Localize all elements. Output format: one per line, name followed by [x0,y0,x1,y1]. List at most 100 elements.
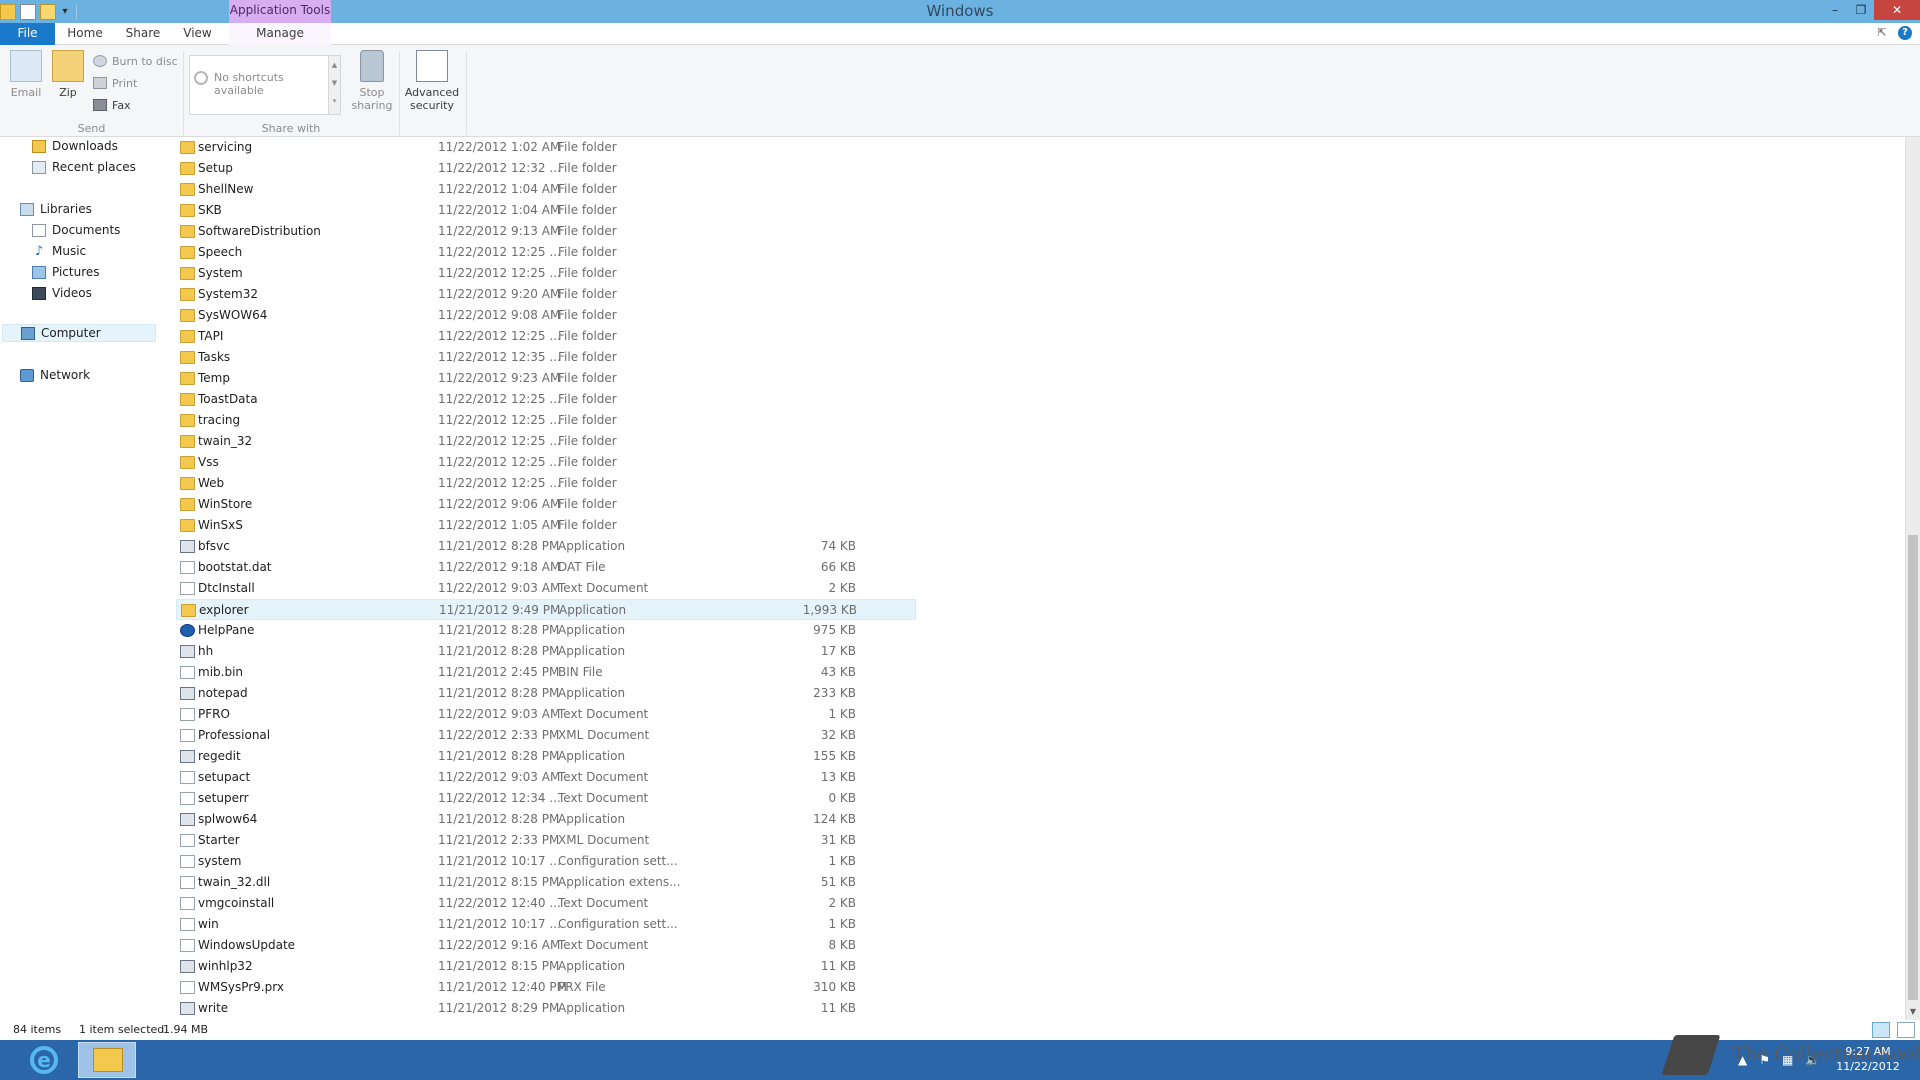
file-name: Web [198,476,225,490]
zip-button[interactable]: Zip [50,50,86,99]
file-row[interactable]: hh 11/21/2012 8:28 PM Application 17 KB [176,641,916,662]
file-row[interactable]: SoftwareDistribution 11/22/2012 9:13 AM Fi… [176,221,916,242]
minimize-button[interactable]: – [1822,0,1848,20]
file-row[interactable]: Speech 11/22/2012 12:25 ... File folder [176,242,916,263]
file-row[interactable]: system 11/21/2012 10:17 ... Configuration … [176,851,916,872]
file-date-modified: 11/22/2012 9:03 AM [438,707,561,721]
file-name: ToastData [198,392,258,406]
file-row[interactable]: regedit 11/21/2012 8:28 PM Application 155 … [176,746,916,767]
file-row[interactable]: Vss 11/22/2012 12:25 ... File folder [176,452,916,473]
scroll-down-icon[interactable]: ▼ [1908,1006,1918,1018]
nav-item-videos[interactable]: Videos [32,284,92,302]
file-row[interactable]: ShellNew 11/22/2012 1:04 AM File folder [176,179,916,200]
file-row[interactable]: notepad 11/21/2012 8:28 PM Application 233 … [176,683,916,704]
file-row[interactable]: setuperr 11/22/2012 12:34 ... Text Documen… [176,788,916,809]
file-type: Text Document [558,938,649,952]
file-row[interactable]: Web 11/22/2012 12:25 ... File folder [176,473,916,494]
email-button[interactable]: Email [8,50,44,99]
minimize-ribbon-icon[interactable]: ⇱ [1874,26,1890,40]
file-row[interactable]: WinSxS 11/22/2012 1:05 AM File folder [176,515,916,536]
group-divider [466,51,467,135]
folder-icon [180,393,195,406]
folder-icon [180,330,195,343]
file-row[interactable]: SKB 11/22/2012 1:04 AM File folder [176,200,916,221]
file-row[interactable]: write 11/21/2012 8:29 PM Application 11 KB [176,998,916,1019]
file-date-modified: 11/22/2012 12:35 ... [438,350,561,364]
vertical-scrollbar[interactable]: ▼ [1905,137,1920,1020]
print-button[interactable]: Print [93,74,137,92]
nav-item-recent-places[interactable]: Recent places [32,158,136,176]
config-file-icon [180,918,195,931]
file-row[interactable]: Setup 11/22/2012 12:32 ... File folder [176,158,916,179]
file-row[interactable]: SysWOW64 11/22/2012 9:08 AM File folder [176,305,916,326]
file-row[interactable]: mib.bin 11/21/2012 2:45 PM BIN File 43 KB [176,662,916,683]
tab-file[interactable]: File [0,23,55,45]
file-row[interactable]: DtcInstall 11/22/2012 9:03 AM Text Documen… [176,578,916,599]
file-name: Setup [198,161,233,175]
show-hidden-icons-icon[interactable]: ▲ [1738,1053,1747,1067]
file-row[interactable]: tracing 11/22/2012 12:25 ... File folder [176,410,916,431]
advanced-security-button[interactable]: Advanced security [403,50,461,112]
nav-item-computer[interactable]: Computer [2,324,156,342]
tab-share[interactable]: Share [118,23,168,45]
nav-item-libraries[interactable]: Libraries [20,200,92,218]
file-row[interactable]: twain_32.dll 11/21/2012 8:15 PM Applicatio… [176,872,916,893]
burn-to-disc-button[interactable]: Burn to disc [93,52,178,70]
flag-icon[interactable]: ⚑ [1759,1053,1770,1067]
nav-item-network[interactable]: Network [20,366,90,384]
close-button[interactable]: ✕ [1874,0,1920,20]
file-row[interactable]: PFRO 11/22/2012 9:03 AM Text Document 1 KB [176,704,916,725]
file-row[interactable]: Professional 11/22/2012 2:33 PM XML Docume… [176,725,916,746]
nav-item-documents[interactable]: Documents [32,221,120,239]
file-row[interactable]: TAPI 11/22/2012 12:25 ... File folder [176,326,916,347]
file-row[interactable]: win 11/21/2012 10:17 ... Configuration set… [176,914,916,935]
file-row[interactable]: twain_32 11/22/2012 12:25 ... File folder [176,431,916,452]
file-row[interactable]: bootstat.dat 11/22/2012 9:18 AM DAT File 66… [176,557,916,578]
file-type: Application [559,603,627,617]
volume-icon[interactable]: 🔈 [1805,1053,1820,1067]
tab-view[interactable]: View [175,23,220,45]
internet-explorer-button[interactable]: e [22,1042,70,1078]
file-size: 0 KB [828,791,856,805]
help-icon[interactable]: ? [1898,26,1912,40]
file-row[interactable]: Tasks 11/22/2012 12:35 ... File folder [176,347,916,368]
file-row[interactable]: bfsvc 11/21/2012 8:28 PM Application 74 KB [176,536,916,557]
file-row[interactable]: Temp 11/22/2012 9:23 AM File folder [176,368,916,389]
file-row[interactable]: setupact 11/22/2012 9:03 AM Text Document 1… [176,767,916,788]
file-type: File folder [558,287,617,301]
file-name: twain_32.dll [198,875,271,889]
file-row[interactable]: System32 11/22/2012 9:20 AM File folder [176,284,916,305]
restore-button[interactable]: ❐ [1848,0,1874,20]
file-row[interactable]: ToastData 11/22/2012 12:25 ... File folder [176,389,916,410]
file-row[interactable]: WMSysPr9.prx 11/21/2012 12:40 PM PRX File 3… [176,977,916,998]
nav-item-downloads[interactable]: Downloads [32,137,118,155]
file-explorer-taskbar-button[interactable] [78,1042,136,1078]
stop-sharing-button[interactable]: Stop sharing [350,50,394,112]
scrollbar-thumb[interactable] [1908,535,1918,1000]
file-row[interactable]: WindowsUpdate 11/22/2012 9:16 AM Text Docu… [176,935,916,956]
file-row[interactable]: vmgcoinstall 11/22/2012 12:40 ... Text Doc… [176,893,916,914]
clock[interactable]: 9:27 AM 11/22/2012 [1828,1044,1908,1074]
file-row[interactable]: winhlp32 11/21/2012 8:15 PM Application 11 … [176,956,916,977]
file-name: ShellNew [198,182,254,196]
tab-home[interactable]: Home [60,23,110,45]
tab-manage[interactable]: Manage [229,23,331,45]
file-type: PRX File [558,980,606,994]
share-list-scroll[interactable]: ▲ ▼ ▾ [329,55,341,115]
file-row[interactable]: WinStore 11/22/2012 9:06 AM File folder [176,494,916,515]
network-status-icon[interactable]: ▦ [1782,1053,1793,1067]
status-size: 1.94 MB [163,1023,209,1036]
file-type: File folder [558,182,617,196]
file-row[interactable]: splwow64 11/21/2012 8:28 PM Application 124… [176,809,916,830]
email-label: Email [10,86,42,99]
nav-item-pictures[interactable]: Pictures [32,263,100,281]
file-row[interactable]: explorer 11/21/2012 9:49 PM Application 1,9… [176,599,916,620]
file-row[interactable]: servicing 11/22/2012 1:02 AM File folder [176,137,916,158]
share-with-list[interactable]: No shortcuts available [189,55,329,115]
nav-item-music[interactable]: ♪ Music [32,242,86,260]
file-row[interactable]: Starter 11/21/2012 2:33 PM XML Document 31 … [176,830,916,851]
fax-button[interactable]: Fax [93,96,131,114]
file-name: bootstat.dat [198,560,272,574]
file-row[interactable]: HelpPane 11/21/2012 8:28 PM Application 975… [176,620,916,641]
file-row[interactable]: System 11/22/2012 12:25 ... File folder [176,263,916,284]
